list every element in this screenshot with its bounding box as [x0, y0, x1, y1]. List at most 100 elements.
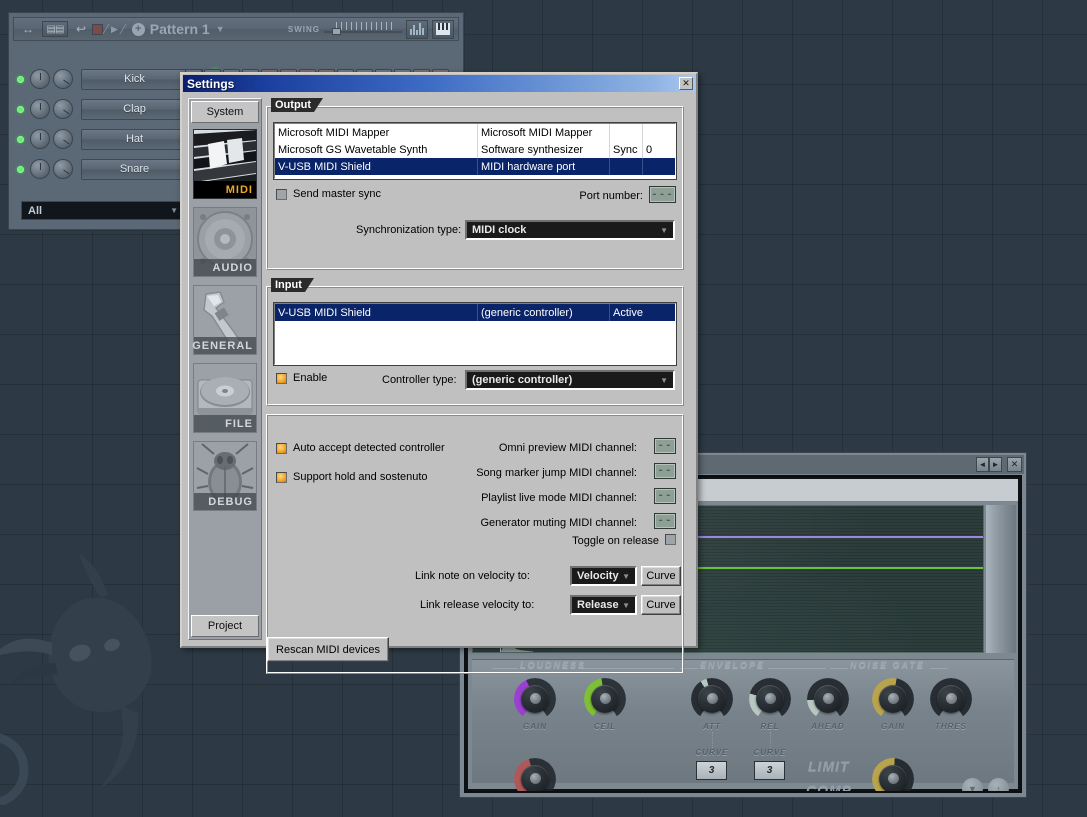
volume-knob[interactable] — [53, 129, 73, 149]
curve-value-rel[interactable]: 3 — [754, 761, 785, 780]
sidebar-item-audio[interactable]: AUDIO — [193, 207, 257, 277]
link-note-on-dropdown[interactable]: Velocity ▼ — [570, 566, 637, 586]
chevron-down-icon[interactable]: ▼ — [216, 24, 225, 34]
pan-knob[interactable] — [30, 129, 50, 149]
knob-envelope-att[interactable] — [691, 678, 733, 720]
knob-gate-thres[interactable] — [930, 678, 972, 720]
settings-titlebar[interactable]: Settings ✕ — [183, 75, 695, 92]
input-enable-checkbox[interactable] — [276, 373, 287, 384]
mode-comp-label[interactable]: COMP — [806, 782, 852, 793]
channel-filter-value: All — [28, 205, 42, 217]
knob-envelope-rel[interactable] — [749, 678, 791, 720]
section-rule — [768, 668, 826, 669]
knob-loudness-gain[interactable] — [514, 678, 556, 720]
knob-cap — [814, 685, 842, 713]
output-port: 0 — [643, 141, 675, 158]
volume-knob[interactable] — [53, 69, 73, 89]
settings-dialog[interactable]: Settings ✕ System — [180, 72, 698, 648]
generator-muting-field[interactable]: -- — [654, 513, 676, 529]
pan-knob[interactable] — [30, 159, 50, 179]
graph-editor-icon[interactable] — [406, 20, 428, 39]
chevron-down-icon[interactable]: ▼ — [622, 572, 630, 581]
pattern-selector[interactable]: + Pattern 1 ▼ — [132, 21, 227, 37]
link-release-curve-button[interactable]: Curve — [641, 595, 681, 615]
chevron-down-icon[interactable]: ▼ — [660, 226, 668, 235]
close-icon[interactable]: ✕ — [679, 77, 693, 90]
link-release-dropdown[interactable]: Release ▼ — [570, 595, 637, 615]
table-row[interactable]: Microsoft GS Wavetable Synth Software sy… — [275, 141, 675, 158]
link-note-on-curve-button[interactable]: Curve — [641, 566, 681, 586]
channel-led[interactable] — [17, 106, 24, 113]
chevron-down-icon[interactable]: ▼ — [170, 206, 178, 215]
controller-type-dropdown[interactable]: (generic controller) ▼ — [465, 370, 675, 390]
volume-knob[interactable] — [53, 159, 73, 179]
sidebar-tab-system[interactable]: System — [191, 101, 259, 123]
playlist-live-field[interactable]: -- — [654, 488, 676, 504]
omni-preview-field[interactable]: -- — [654, 438, 676, 454]
midi-input-list[interactable]: V-USB MIDI Shield (generic controller) A… — [274, 303, 676, 365]
channel-name-button[interactable]: Snare — [81, 159, 188, 180]
send-master-sync-checkbox[interactable] — [276, 189, 287, 200]
song-marker-field[interactable]: -- — [654, 463, 676, 479]
knob-gate-rel[interactable] — [872, 758, 914, 793]
section-label-noise-gate: NOISE GATE — [850, 660, 925, 670]
swing-knob[interactable] — [332, 28, 341, 35]
channel-name-button[interactable]: Clap — [81, 99, 188, 120]
knob-cap — [591, 685, 619, 713]
channel-name-button[interactable]: Kick — [81, 69, 188, 90]
prev-preset-icon[interactable]: ◄ — [976, 457, 989, 472]
table-row-selected[interactable]: V-USB MIDI Shield (generic controller) A… — [275, 304, 675, 321]
chevron-right-icon[interactable]: ▶ — [111, 24, 118, 35]
midi-output-list[interactable]: Microsoft MIDI Mapper Microsoft MIDI Map… — [274, 123, 676, 179]
preset-down-icon[interactable]: ▼ — [962, 778, 983, 793]
grid-icon[interactable]: ▤▤ — [42, 21, 68, 37]
keyboard-editor-icon[interactable] — [432, 20, 454, 39]
knob-envelope-ahead[interactable] — [807, 678, 849, 720]
mode-limit-label[interactable]: LIMIT — [808, 758, 850, 774]
channel-name-button[interactable]: Hat — [81, 129, 188, 150]
sidebar-item-midi[interactable]: MIDI — [193, 129, 257, 199]
channel-led[interactable] — [17, 76, 24, 83]
sync-type-dropdown[interactable]: MIDI clock ▼ — [465, 220, 675, 240]
port-number-field[interactable]: --- — [649, 186, 676, 203]
channel-filter-dropdown[interactable]: All ▼ — [21, 201, 184, 220]
swing-track[interactable] — [324, 22, 402, 36]
sync-type-label: Synchronization type: — [356, 224, 461, 236]
knob-gate-gain[interactable] — [872, 678, 914, 720]
value-updown-icon[interactable]: ↕ — [988, 778, 1009, 793]
stop-icon[interactable] — [92, 24, 103, 35]
channel-led[interactable] — [17, 136, 24, 143]
volume-knob[interactable] — [53, 99, 73, 119]
chevron-down-icon[interactable]: ▼ — [622, 601, 630, 610]
output-port — [643, 124, 675, 141]
sidebar-item-debug[interactable]: DEBUG — [193, 441, 257, 511]
undo-icon[interactable]: ↩ — [76, 23, 86, 35]
pan-knob[interactable] — [30, 99, 50, 119]
table-row[interactable]: Microsoft MIDI Mapper Microsoft MIDI Map… — [275, 124, 675, 141]
support-hold-checkbox[interactable] — [276, 472, 287, 483]
auto-accept-row[interactable]: Auto accept detected controller — [276, 442, 445, 454]
curve-value-att[interactable]: 3 — [696, 761, 727, 780]
toggle-on-release-checkbox[interactable] — [665, 534, 676, 545]
input-enable-row[interactable]: Enable — [276, 372, 327, 384]
knob-loudness-sat[interactable] — [514, 758, 556, 793]
omni-preview-label: Omni preview MIDI channel: — [499, 442, 637, 454]
swing-slider[interactable]: SWING — [288, 22, 402, 36]
pan-knob[interactable] — [30, 69, 50, 89]
horizontal-resize-icon[interactable]: ↔ — [22, 23, 34, 35]
send-master-sync-row[interactable]: Send master sync — [276, 188, 381, 200]
plus-circle-icon[interactable]: + — [132, 23, 145, 36]
sidebar-tab-project[interactable]: Project — [191, 615, 259, 637]
chevron-down-icon[interactable]: ▼ — [660, 376, 668, 385]
next-preset-icon[interactable]: ► — [989, 457, 1002, 472]
table-row-selected[interactable]: V-USB MIDI Shield MIDI hardware port — [275, 158, 675, 175]
support-hold-row[interactable]: Support hold and sostenuto — [276, 471, 428, 483]
knob-loudness-ceil[interactable] — [584, 678, 626, 720]
sidebar-item-general[interactable]: GENERAL — [193, 285, 257, 355]
close-icon[interactable]: ✕ — [1007, 457, 1022, 472]
auto-accept-checkbox[interactable] — [276, 443, 287, 454]
sidebar-item-file[interactable]: FILE — [193, 363, 257, 433]
channel-led[interactable] — [17, 166, 24, 173]
rescan-midi-devices-button[interactable]: Rescan MIDI devices — [267, 637, 389, 662]
section-label-envelope: ENVELOPE — [700, 660, 765, 670]
